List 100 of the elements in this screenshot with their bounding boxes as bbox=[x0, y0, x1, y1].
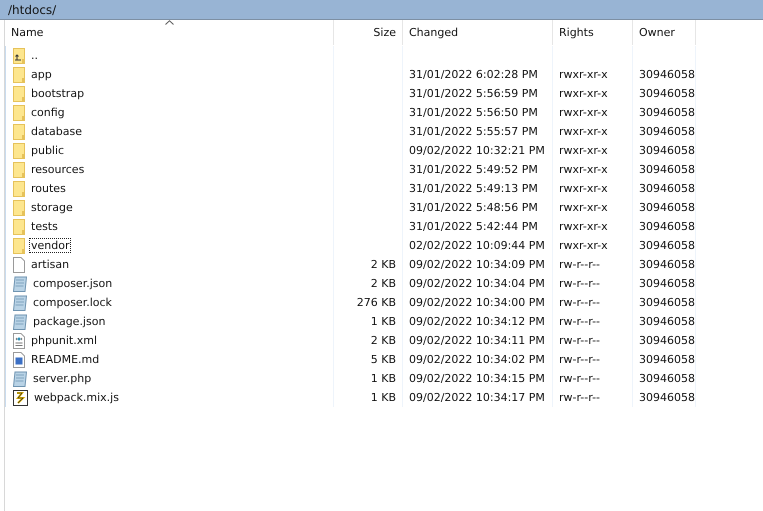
file-rights: rw-r--r-- bbox=[559, 391, 600, 404]
file-owner: 30946058 bbox=[639, 220, 695, 233]
file-name[interactable]: public bbox=[29, 143, 66, 158]
file-name[interactable]: webpack.mix.js bbox=[32, 390, 121, 405]
changed-date: 31/01/2022 5:42:44 PM bbox=[409, 220, 538, 233]
folder-icon bbox=[13, 124, 25, 140]
file-size: 5 KB bbox=[370, 353, 396, 366]
file-size: 276 KB bbox=[356, 296, 396, 309]
text-file-icon bbox=[13, 276, 27, 292]
file-name[interactable]: composer.json bbox=[31, 276, 114, 291]
changed-date: 09/02/2022 10:34:17 PM bbox=[409, 391, 545, 404]
file-name[interactable]: artisan bbox=[29, 257, 72, 272]
file-size: 2 KB bbox=[370, 258, 396, 271]
changed-column-header[interactable]: Changed bbox=[403, 20, 553, 45]
changed-date: 09/02/2022 10:34:11 PM bbox=[409, 334, 545, 347]
file-owner: 30946058 bbox=[639, 258, 695, 271]
folder-icon bbox=[13, 66, 25, 82]
changed-date: 31/01/2022 5:49:13 PM bbox=[409, 182, 538, 195]
folder-icon bbox=[13, 180, 25, 196]
file-owner: 30946058 bbox=[639, 163, 695, 176]
changed-date: 09/02/2022 10:32:21 PM bbox=[409, 144, 545, 157]
changed-date: 31/01/2022 5:56:59 PM bbox=[409, 87, 538, 100]
file-size: 1 KB bbox=[370, 391, 396, 404]
file-owner: 30946058 bbox=[639, 277, 695, 290]
folder-icon bbox=[13, 142, 25, 158]
file-rights: rwxr-xr-x bbox=[559, 239, 608, 252]
file-name[interactable]: bootstrap bbox=[29, 86, 86, 101]
changed-date: 09/02/2022 10:34:12 PM bbox=[409, 315, 545, 328]
changed-date: 02/02/2022 10:09:44 PM bbox=[409, 239, 545, 252]
owner-column-header[interactable]: Owner bbox=[633, 20, 696, 45]
folder-icon bbox=[13, 238, 25, 254]
changed-date: 31/01/2022 5:48:56 PM bbox=[409, 201, 538, 214]
rights-column-header[interactable]: Rights bbox=[553, 20, 633, 45]
file-name[interactable]: app bbox=[29, 67, 54, 82]
file-name[interactable]: storage bbox=[29, 200, 75, 215]
file-rights: rw-r--r-- bbox=[559, 258, 600, 271]
file-size: 1 KB bbox=[370, 315, 396, 328]
file-owner: 30946058 bbox=[639, 296, 695, 309]
file-name[interactable]: package.json bbox=[31, 314, 108, 329]
file-owner: 30946058 bbox=[639, 239, 695, 252]
file-rights: rwxr-xr-x bbox=[559, 201, 608, 214]
sort-ascending-icon bbox=[165, 20, 174, 25]
file-name[interactable]: composer.lock bbox=[31, 295, 114, 310]
file-owner: 30946058 bbox=[639, 144, 695, 157]
file-rights: rw-r--r-- bbox=[559, 334, 600, 347]
text-file-icon bbox=[13, 294, 27, 310]
file-rights: rw-r--r-- bbox=[559, 372, 600, 385]
file-rights: rw-r--r-- bbox=[559, 315, 600, 328]
file-owner: 30946058 bbox=[639, 334, 695, 347]
changed-date: 09/02/2022 10:34:00 PM bbox=[409, 296, 545, 309]
file-name[interactable]: README.md bbox=[29, 352, 102, 367]
file-rights: rwxr-xr-x bbox=[559, 87, 608, 100]
folder-icon bbox=[13, 200, 25, 216]
folder-icon bbox=[13, 162, 25, 178]
file-name[interactable]: resources bbox=[29, 162, 86, 177]
file-owner: 30946058 bbox=[639, 182, 695, 195]
file-rights: rwxr-xr-x bbox=[559, 182, 608, 195]
file-name[interactable]: phpunit.xml bbox=[29, 333, 100, 348]
file-rights: rwxr-xr-x bbox=[559, 68, 608, 81]
file-rights: rw-r--r-- bbox=[559, 353, 600, 366]
size-column-header[interactable]: Size bbox=[334, 20, 403, 45]
file-name[interactable]: routes bbox=[29, 181, 68, 196]
file-rights: rwxr-xr-x bbox=[559, 125, 608, 138]
changed-date: 31/01/2022 5:56:50 PM bbox=[409, 106, 538, 119]
changed-date: 31/01/2022 5:49:52 PM bbox=[409, 163, 538, 176]
text-file-icon bbox=[13, 314, 27, 330]
file-rights: rwxr-xr-x bbox=[559, 163, 608, 176]
file-owner: 30946058 bbox=[639, 87, 695, 100]
file-name[interactable]: server.php bbox=[31, 371, 94, 386]
name-column-header[interactable]: Name bbox=[5, 20, 334, 45]
file-owner: 30946058 bbox=[639, 68, 695, 81]
file-icon bbox=[13, 256, 25, 272]
file-owner: 30946058 bbox=[639, 391, 695, 404]
file-name[interactable]: tests bbox=[29, 219, 60, 234]
file-rights: rwxr-xr-x bbox=[559, 220, 608, 233]
changed-date: 09/02/2022 10:34:09 PM bbox=[409, 258, 545, 271]
file-name[interactable]: .. bbox=[29, 48, 40, 63]
file-name[interactable]: config bbox=[29, 105, 67, 120]
changed-date: 09/02/2022 10:34:15 PM bbox=[409, 372, 545, 385]
script-file-icon bbox=[13, 390, 28, 406]
folder-icon bbox=[13, 86, 25, 102]
file-owner: 30946058 bbox=[639, 353, 695, 366]
changed-date: 09/02/2022 10:34:04 PM bbox=[409, 277, 545, 290]
parent-folder-icon bbox=[13, 48, 25, 64]
file-name[interactable]: database bbox=[29, 124, 84, 139]
file-size: 1 KB bbox=[370, 372, 396, 385]
file-rights: rwxr-xr-x bbox=[559, 144, 608, 157]
xml-file-icon bbox=[13, 332, 25, 348]
changed-date: 31/01/2022 6:02:28 PM bbox=[409, 68, 538, 81]
file-owner: 30946058 bbox=[639, 201, 695, 214]
file-size: 2 KB bbox=[370, 334, 396, 347]
document-icon bbox=[13, 352, 25, 368]
changed-date: 31/01/2022 5:55:57 PM bbox=[409, 125, 538, 138]
file-owner: 30946058 bbox=[639, 125, 695, 138]
text-file-icon bbox=[13, 370, 27, 386]
file-rights: rw-r--r-- bbox=[559, 296, 600, 309]
file-size: 2 KB bbox=[370, 277, 396, 290]
file-owner: 30946058 bbox=[639, 372, 695, 385]
file-rights: rw-r--r-- bbox=[559, 277, 600, 290]
file-name[interactable]: vendor bbox=[29, 238, 72, 253]
